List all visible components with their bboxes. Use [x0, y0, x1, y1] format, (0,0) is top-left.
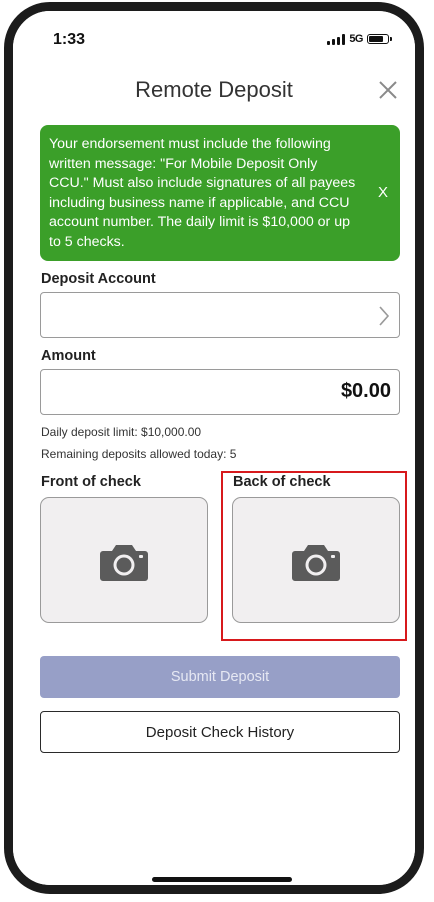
- camera-icon: [100, 545, 148, 581]
- remaining-deposits-text: Remaining deposits allowed today: 5: [41, 447, 237, 461]
- battery-icon: [367, 34, 392, 44]
- phone-frame: 1:33 5G Remote Deposit Your endorsement …: [4, 2, 424, 894]
- deposit-history-button[interactable]: Deposit Check History: [40, 711, 400, 753]
- signal-icon: [327, 33, 346, 45]
- front-check-capture[interactable]: [40, 497, 208, 623]
- chevron-right-icon: [379, 306, 390, 326]
- amount-value: $0.00: [340, 380, 391, 402]
- daily-limit-text: Daily deposit limit: $10,000.00: [41, 425, 202, 439]
- status-time: 1:33: [53, 31, 86, 48]
- submit-deposit-button[interactable]: Submit Deposit: [40, 656, 400, 698]
- notice-message: Your endorsement must include the follow…: [49, 136, 356, 250]
- deposit-account-select[interactable]: [40, 292, 400, 338]
- status-icons: 5G: [327, 33, 392, 45]
- network-label: 5G: [349, 33, 363, 45]
- deposit-account-label: Deposit Account: [41, 271, 156, 287]
- screen: 1:33 5G Remote Deposit Your endorsement …: [13, 11, 415, 885]
- back-check-highlight: [221, 471, 407, 641]
- home-indicator[interactable]: [152, 877, 292, 882]
- close-icon: [379, 81, 397, 99]
- endorsement-notice: Your endorsement must include the follow…: [40, 125, 400, 261]
- close-button[interactable]: [375, 77, 401, 103]
- page-title: Remote Deposit: [135, 77, 293, 102]
- front-check-label: Front of check: [41, 474, 141, 490]
- amount-label: Amount: [41, 348, 96, 364]
- amount-field[interactable]: $0.00: [40, 369, 400, 415]
- notice-dismiss-button[interactable]: X: [378, 183, 388, 203]
